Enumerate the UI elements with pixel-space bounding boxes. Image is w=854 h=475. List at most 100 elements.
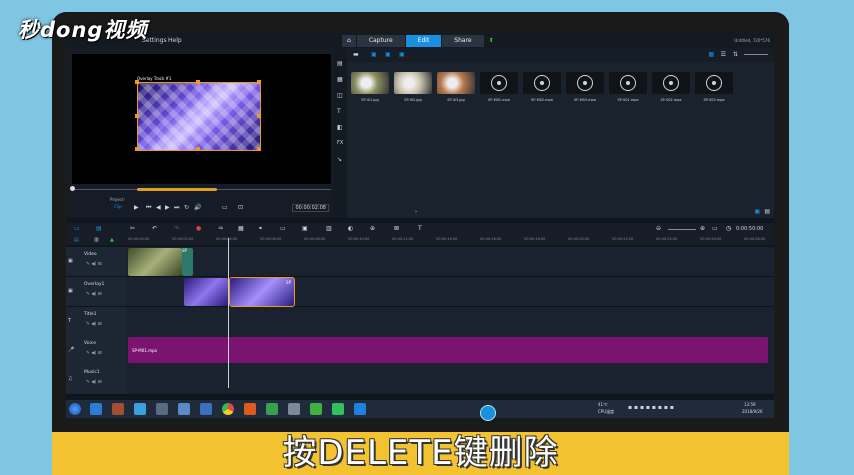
folder-icon[interactable]: ▬ [353, 51, 359, 58]
auto-music-icon[interactable]: ▦ [238, 225, 244, 232]
scrub-handle[interactable] [70, 186, 75, 191]
show-video-icon[interactable]: ▣ [371, 51, 377, 58]
graphic-icon[interactable]: ◧ [337, 124, 343, 131]
track-controls[interactable]: ✎ ◀) ⊞ [86, 380, 102, 385]
tab-share[interactable]: Share [442, 35, 484, 47]
zoom-out-icon[interactable]: ⊖ [656, 225, 661, 232]
library-option-icon[interactable]: ▣ [754, 208, 760, 215]
timeline-track[interactable]: ▣ Overlay1 ✎ ◀) ⊞ [66, 277, 774, 307]
thumbnail-view-icon[interactable]: ▦ [708, 51, 714, 58]
track-controls[interactable]: ✎ ◀) ⊞ [86, 351, 102, 356]
chrome-icon[interactable] [222, 403, 234, 415]
timeline-track[interactable]: ♫ Music1 ✎ ◀) ⊞ [66, 365, 774, 395]
show-audio-icon[interactable]: ▣ [399, 51, 405, 58]
wechat-icon[interactable] [310, 403, 322, 415]
app-icon[interactable] [178, 403, 190, 415]
mask-icon[interactable]: ◐ [348, 225, 353, 232]
resize-handle[interactable] [257, 114, 261, 118]
timeline-timecode[interactable]: 0:00:50:00 [736, 226, 763, 232]
fit-icon[interactable]: ▭ [712, 225, 718, 232]
track-controls[interactable]: ✎ ◀) ⊞ [86, 322, 102, 327]
undo-icon[interactable]: ↶ [152, 225, 157, 232]
resize-handle[interactable] [196, 147, 200, 151]
track-controls[interactable]: ✎ ◀) ⊞ [86, 262, 102, 267]
browser-icon[interactable] [134, 403, 146, 415]
stabilize-icon[interactable]: ⊕ [370, 225, 375, 232]
show-image-icon[interactable]: ▣ [385, 51, 391, 58]
app-icon[interactable] [156, 403, 168, 415]
play-icon[interactable]: ▶ [134, 204, 139, 211]
resize-handle[interactable] [257, 147, 261, 151]
library-item[interactable]: SP-M01.mpa [480, 72, 518, 102]
home-tab[interactable]: ⌂ [342, 35, 356, 47]
upload-icon[interactable]: ⬆ [485, 35, 498, 47]
sort-icon[interactable]: ⇅ [733, 51, 738, 58]
clock-date[interactable]: 2018/9/26 [742, 409, 763, 414]
expand-icon[interactable]: › [415, 209, 417, 215]
library-menu-icon[interactable]: ▤ [764, 208, 770, 215]
ripple-icon[interactable]: ▲ [110, 237, 114, 243]
library-item[interactable]: SP-S02.mpa [652, 72, 690, 102]
crop-icon[interactable]: ⊡ [238, 204, 243, 211]
timeline-track[interactable]: T Title1 ✎ ◀) ⊞ [66, 307, 774, 337]
subtitle-icon[interactable]: ▭ [280, 225, 286, 232]
app-icon[interactable] [244, 403, 256, 415]
split-screen-icon[interactable]: ▥ [326, 225, 332, 232]
title-icon[interactable]: T [337, 108, 341, 115]
volume-icon[interactable]: 🔊 [194, 204, 201, 211]
resize-handle[interactable] [135, 147, 139, 151]
overlay-clip-preview[interactable] [137, 82, 261, 151]
library-item[interactable]: SP-I01.jpg [351, 72, 389, 102]
storyboard-view-icon[interactable]: ▭ [74, 225, 80, 232]
resize-handle[interactable] [257, 80, 261, 84]
timeline-ruler[interactable]: 00:00:00:00 00:00:02:00 00:00:04:00 00:00:0… [126, 235, 774, 245]
playhead[interactable] [228, 238, 229, 388]
thumbnail-size-slider[interactable] [744, 54, 768, 55]
hd-icon[interactable]: ▭ [222, 204, 228, 211]
timeline-view-icon[interactable]: ▤ [96, 225, 102, 232]
sound-mixer-icon[interactable]: ♒ [218, 225, 223, 232]
clip-mode-label[interactable]: Clip- [114, 204, 123, 209]
transition-icon[interactable]: ◫ [337, 92, 343, 99]
pan-zoom-icon[interactable]: ⊠ [394, 225, 399, 232]
track-controls[interactable]: ✎ ◀) ⊞ [86, 292, 102, 297]
start-button[interactable] [69, 403, 81, 415]
resize-handle[interactable] [196, 80, 200, 84]
library-item[interactable]: SP-M02.mpa [523, 72, 561, 102]
motion-track-icon[interactable]: ⚭ [258, 225, 263, 232]
repeat-icon[interactable]: ↻ [184, 204, 189, 211]
app-icon[interactable] [332, 403, 344, 415]
chapter-icon[interactable]: ▥ [94, 237, 99, 243]
instant-project-icon[interactable]: ▦ [337, 76, 343, 83]
multicam-icon[interactable]: ▣ [302, 225, 308, 232]
resize-handle[interactable] [135, 114, 139, 118]
skip-end-icon[interactable]: ⏭ [174, 204, 179, 212]
video-clip[interactable] [128, 248, 182, 276]
step-forward-icon[interactable]: ▶ [165, 204, 170, 211]
tab-edit[interactable]: Edit [405, 35, 442, 47]
tray-icons[interactable]: ▪ ▪ ▪ ▪ ▪ ▪ ▪ ▪ [628, 404, 674, 411]
library-item[interactable]: SP-I03.jpg [437, 72, 475, 102]
media-icon[interactable]: ▤ [337, 60, 343, 67]
app-icon[interactable] [112, 403, 124, 415]
track-manager-icon[interactable]: ▤ [74, 237, 79, 243]
list-view-icon[interactable]: ☰ [721, 51, 726, 58]
library-item[interactable]: SP-M03.mpa [566, 72, 604, 102]
library-item[interactable]: SP-I02.jpg [394, 72, 432, 102]
folder-icon[interactable] [200, 403, 212, 415]
project-mode-label[interactable]: Project- [110, 197, 125, 202]
step-back-icon[interactable]: ◀ [156, 204, 161, 211]
resize-handle[interactable] [135, 80, 139, 84]
menu-help[interactable]: Help [168, 37, 182, 44]
path-icon[interactable]: ↘ [337, 156, 342, 163]
clock-time[interactable]: 13:59 [744, 402, 756, 407]
video-editor-taskbar-icon[interactable] [354, 403, 366, 415]
scrub-bar[interactable] [70, 186, 331, 192]
tab-capture[interactable]: Capture [356, 35, 405, 47]
preview-timecode[interactable]: 00:00:02:08 [292, 204, 329, 212]
skip-start-icon[interactable]: ⏮ [146, 204, 151, 212]
ie-icon[interactable] [90, 403, 102, 415]
app-icon[interactable] [266, 403, 278, 415]
overlay-clip-selected[interactable]: SP [229, 277, 295, 307]
library-item[interactable]: SP-S01.mpa [609, 72, 647, 102]
